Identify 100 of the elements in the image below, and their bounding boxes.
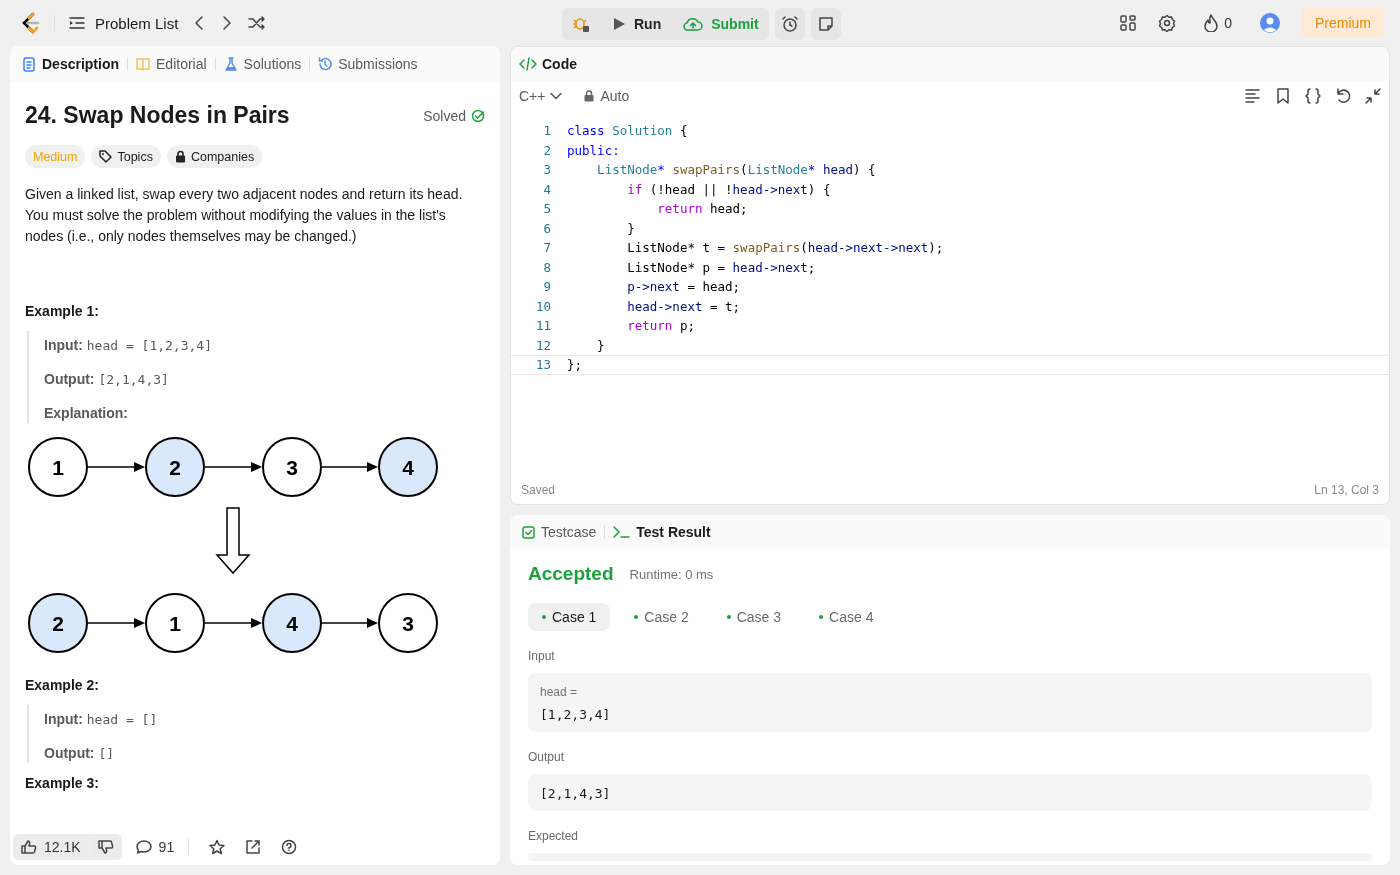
arrow: [321, 618, 378, 628]
play-icon: [612, 17, 626, 31]
code-line: return head;: [656, 201, 748, 217]
panel-tab[interactable]: Editorial: [128, 56, 215, 72]
list-node: 1: [28, 437, 88, 497]
history-icon: [318, 56, 333, 72]
section-label: Expected: [528, 829, 580, 843]
panel-tab[interactable]: Submissions: [310, 56, 426, 72]
panel-tab[interactable]: Description: [22, 56, 127, 72]
line-number: 8: [542, 259, 552, 275]
arrow: [87, 462, 145, 472]
logo-icon[interactable]: [20, 12, 40, 34]
avatar-icon[interactable]: [1260, 13, 1280, 33]
line-number: 3: [542, 162, 552, 178]
example-line: Explanation:: [44, 405, 129, 421]
solved-status: Solved: [423, 107, 485, 124]
bookmark-icon: [1275, 88, 1291, 104]
line-number: 5: [542, 201, 552, 217]
language-dropdown[interactable]: C++: [519, 88, 563, 104]
format-button[interactable]: [1245, 88, 1261, 104]
case-tab[interactable]: Case 3: [712, 603, 796, 631]
help-icon: [281, 839, 298, 855]
example-line: Input: head = []: [44, 711, 159, 727]
code-line: }: [626, 220, 635, 236]
collapse-icon: [1365, 88, 1381, 104]
code-line: ListNode* swapPairs(ListNode* head) {: [596, 162, 876, 178]
panel-tab[interactable]: Test Result: [605, 524, 719, 540]
thumbs-down-icon: [97, 839, 114, 855]
companies-tag[interactable]: Companies: [166, 145, 263, 168]
status-dot: [726, 615, 731, 619]
checkbox-icon: [522, 525, 535, 539]
status-dot: [819, 615, 824, 619]
line-number: 12: [534, 337, 552, 353]
bug-icon: [572, 15, 590, 33]
parameter-value: [1,2,3,4]: [540, 707, 612, 722]
settings-button[interactable]: [1158, 14, 1177, 32]
dislike-button[interactable]: [89, 834, 122, 860]
caret-icon: [550, 92, 563, 100]
streak-counter[interactable]: 0: [1198, 13, 1238, 33]
like-button[interactable]: 12.1K: [13, 834, 89, 860]
star-icon: [209, 839, 226, 855]
auto-mode-button[interactable]: Auto: [578, 87, 636, 105]
example-heading: Example 2:: [25, 677, 100, 693]
comment-icon: [135, 839, 152, 855]
note-button[interactable]: [810, 8, 841, 40]
section-label: Input: [528, 649, 556, 663]
list-node: 4: [262, 593, 322, 653]
status-dot: [542, 615, 546, 619]
collapse-button[interactable]: [1365, 88, 1381, 104]
code-line: class Solution {: [567, 123, 688, 139]
file-icon: [22, 56, 36, 72]
case-tab[interactable]: Case 1: [528, 603, 611, 631]
layout-button[interactable]: [1120, 15, 1137, 31]
line-number: 2: [542, 142, 552, 158]
topics-tag[interactable]: Topics: [91, 145, 161, 168]
code-line: public:: [567, 142, 620, 158]
lock-icon: [584, 90, 595, 102]
thumbs-up-icon: [21, 839, 37, 855]
list-node: 4: [378, 437, 438, 497]
bookmark-button[interactable]: [1275, 88, 1291, 104]
help-button[interactable]: [281, 839, 298, 855]
case-tab[interactable]: Case 4: [805, 603, 888, 631]
braces-button[interactable]: [1305, 88, 1321, 104]
panel-tab[interactable]: Solutions: [215, 56, 310, 72]
arrow: [87, 618, 145, 628]
down-arrow: [215, 507, 251, 575]
list-node: 2: [28, 593, 88, 653]
alarm-button[interactable]: [774, 8, 805, 40]
code-line: ListNode* t = swapPairs(head->next->next);: [626, 240, 944, 256]
code-icon: [519, 57, 537, 71]
problem-description: Given a linked list, swap every two adjacent nodes and return its head. You must solve the problem without modifying the values in the list's nodes (i.e., only nodes themselves may be changed.): [25, 185, 464, 246]
flame-icon: [1204, 14, 1219, 32]
flask-icon: [223, 56, 238, 72]
arrow: [321, 462, 378, 472]
line-number: 4: [542, 181, 552, 197]
grid-icon: [1120, 15, 1137, 31]
line-number: 1: [542, 123, 552, 139]
list-icon: [69, 16, 85, 30]
line-number: 7: [542, 240, 552, 256]
example-line: Output: []: [44, 745, 116, 761]
reset-button[interactable]: [1335, 88, 1351, 104]
output-value: [2,1,4,3]: [540, 786, 612, 801]
external-link-icon: [245, 839, 262, 855]
favorite-button[interactable]: [209, 839, 226, 855]
panel-tab[interactable]: Testcase: [522, 524, 605, 540]
runtime-text: Runtime: 0 ms: [629, 566, 714, 582]
lock-icon: [174, 150, 186, 163]
case-tab[interactable]: Case 2: [620, 603, 703, 631]
shuffle-button[interactable]: [248, 16, 267, 30]
verdict-text: Accepted: [528, 563, 614, 585]
example-heading: Example 1:: [25, 303, 100, 319]
problem-list-button[interactable]: Problem List: [69, 14, 179, 32]
code-line: return p;: [626, 318, 695, 334]
problem-title: 24. Swap Nodes in Pairs: [25, 102, 290, 129]
cloud-upload-icon: [683, 16, 704, 32]
comments-button[interactable]: 91: [135, 839, 175, 855]
book-icon: [136, 56, 150, 72]
line-number: 6: [542, 220, 552, 236]
section-label: Output: [528, 750, 566, 764]
share-button[interactable]: [245, 839, 262, 855]
